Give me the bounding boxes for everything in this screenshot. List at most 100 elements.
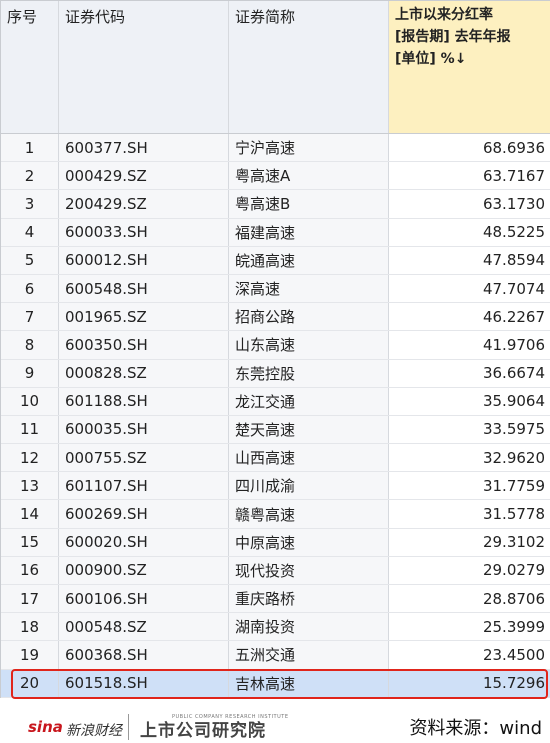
cell-code: 600377.SH: [59, 134, 229, 162]
cell-code: 000828.SZ: [59, 359, 229, 387]
header-name[interactable]: 证券简称: [229, 1, 389, 133]
cell-code: 600035.SH: [59, 415, 229, 444]
cell-seq: 2: [1, 162, 59, 190]
cell-name: 东莞控股: [229, 359, 389, 387]
sina-logo: sina: [28, 718, 63, 736]
cell-seq: 11: [1, 415, 59, 444]
header-metric-unit: [单位] %↓: [395, 51, 467, 67]
cell-seq: 6: [1, 274, 59, 303]
table-body: 1 600377.SH 宁沪高速 68.6936 2 000429.SZ 粤高速A 63.71…: [1, 134, 550, 698]
cell-code: 601107.SH: [59, 472, 229, 500]
cell-name: 招商公路: [229, 303, 389, 331]
cell-code: 601188.SH: [59, 387, 229, 415]
cell-seq: 12: [1, 444, 59, 472]
cell-name: 粤高速B: [229, 190, 389, 218]
cell-dividend-ratio: 47.8594: [389, 246, 550, 274]
cell-dividend-ratio: 33.5975: [389, 415, 550, 444]
cell-name: 赣粤高速: [229, 500, 389, 528]
sina-finance-label: 新浪财经: [66, 723, 122, 739]
cell-name: 福建高速: [229, 218, 389, 246]
cell-dividend-ratio: 31.7759: [389, 472, 550, 500]
table-row[interactable]: 3 200429.SZ 粤高速B 63.1730: [1, 190, 550, 219]
cell-seq: 1: [1, 134, 59, 162]
cell-dividend-ratio: 35.9064: [389, 387, 550, 415]
cell-name: 粤高速A: [229, 162, 389, 190]
cell-name: 山西高速: [229, 444, 389, 472]
table-row[interactable]: 1 600377.SH 宁沪高速 68.6936: [1, 134, 550, 163]
cell-seq: 9: [1, 359, 59, 387]
header-seq[interactable]: 序号: [1, 1, 59, 133]
cell-code: 600106.SH: [59, 585, 229, 613]
table-row[interactable]: 5 600012.SH 皖通高速 47.8594: [1, 246, 550, 275]
cell-code: 000429.SZ: [59, 162, 229, 190]
table-row[interactable]: 8 600350.SH 山东高速 41.9706: [1, 331, 550, 360]
cell-name: 四川成渝: [229, 472, 389, 500]
cell-dividend-ratio: 47.7074: [389, 274, 550, 303]
table-row[interactable]: 10 601188.SH 龙江交通 35.9064: [1, 387, 550, 416]
cell-seq: 7: [1, 303, 59, 331]
cell-seq: 3: [1, 190, 59, 218]
table-row[interactable]: 12 000755.SZ 山西高速 32.9620: [1, 444, 550, 473]
table-row[interactable]: 7 001965.SZ 招商公路 46.2267: [1, 303, 550, 332]
cell-seq: 14: [1, 500, 59, 528]
cell-name: 楚天高速: [229, 415, 389, 444]
cell-dividend-ratio: 63.1730: [389, 190, 550, 218]
cell-name: 吉林高速: [229, 669, 389, 697]
cell-code: 601518.SH: [59, 669, 229, 697]
cell-dividend-ratio: 32.9620: [389, 444, 550, 472]
table-row[interactable]: 15 600020.SH 中原高速 29.3102: [1, 528, 550, 557]
cell-code: 600548.SH: [59, 274, 229, 303]
cell-code: 001965.SZ: [59, 303, 229, 331]
cell-name: 重庆路桥: [229, 585, 389, 613]
footer: sina 新浪财经 上市公司研究院 PUBLIC COMPANY RESEARC…: [0, 706, 550, 743]
table-row[interactable]: 16 000900.SZ 现代投资 29.0279: [1, 556, 550, 585]
cell-seq: 17: [1, 585, 59, 613]
cell-seq: 20: [1, 669, 59, 697]
table-row[interactable]: 20 601518.SH 吉林高速 15.7296: [1, 669, 550, 698]
cell-code: 000548.SZ: [59, 613, 229, 641]
data-table: 序号 证券代码 证券简称 上市以来分红率 [报告期] 去年年报 [单位] %↓ …: [0, 0, 550, 698]
cell-seq: 5: [1, 246, 59, 274]
cell-dividend-ratio: 25.3999: [389, 613, 550, 641]
cell-dividend-ratio: 29.0279: [389, 556, 550, 584]
cell-dividend-ratio: 36.6674: [389, 359, 550, 387]
cell-dividend-ratio: 68.6936: [389, 134, 550, 162]
cell-name: 山东高速: [229, 331, 389, 359]
cell-code: 000755.SZ: [59, 444, 229, 472]
cell-dividend-ratio: 29.3102: [389, 528, 550, 556]
table-row[interactable]: 11 600035.SH 楚天高速 33.5975: [1, 415, 550, 445]
cell-dividend-ratio: 63.7167: [389, 162, 550, 190]
header-metric-title: 上市以来分红率: [395, 7, 493, 23]
table-row[interactable]: 14 600269.SH 赣粤高速 31.5778: [1, 500, 550, 529]
table-row[interactable]: 9 000828.SZ 东莞控股 36.6674: [1, 359, 550, 388]
footer-divider: [128, 714, 129, 740]
cell-dividend-ratio: 28.8706: [389, 585, 550, 613]
table-row[interactable]: 4 600033.SH 福建高速 48.5225: [1, 218, 550, 247]
table-row[interactable]: 13 601107.SH 四川成渝 31.7759: [1, 472, 550, 501]
cell-code: 600020.SH: [59, 528, 229, 556]
table-row[interactable]: 18 000548.SZ 湖南投资 25.3999: [1, 613, 550, 642]
cell-name: 皖通高速: [229, 246, 389, 274]
header-code[interactable]: 证券代码: [59, 1, 229, 133]
header-metric-period: [报告期] 去年年报: [395, 29, 511, 45]
table-row[interactable]: 6 600548.SH 深高速 47.7074: [1, 274, 550, 304]
table-row[interactable]: 17 600106.SH 重庆路桥 28.8706: [1, 585, 550, 614]
cell-seq: 16: [1, 556, 59, 584]
cell-dividend-ratio: 23.4500: [389, 641, 550, 669]
cell-dividend-ratio: 31.5778: [389, 500, 550, 528]
table-row[interactable]: 19 600368.SH 五洲交通 23.4500: [1, 641, 550, 670]
data-source: 资料来源：wind: [409, 718, 542, 739]
cell-code: 600012.SH: [59, 246, 229, 274]
institute-subtitle: PUBLIC COMPANY RESEARCH INSTITUTE: [172, 714, 289, 720]
cell-dividend-ratio: 15.7296: [389, 669, 550, 697]
cell-seq: 19: [1, 641, 59, 669]
cell-name: 湖南投资: [229, 613, 389, 641]
cell-dividend-ratio: 48.5225: [389, 218, 550, 246]
cell-dividend-ratio: 41.9706: [389, 331, 550, 359]
cell-code: 600269.SH: [59, 500, 229, 528]
table-row[interactable]: 2 000429.SZ 粤高速A 63.7167: [1, 162, 550, 191]
table-header: 序号 证券代码 证券简称 上市以来分红率 [报告期] 去年年报 [单位] %↓: [1, 0, 550, 134]
cell-name: 深高速: [229, 274, 389, 303]
cell-name: 龙江交通: [229, 387, 389, 415]
header-dividend-ratio[interactable]: 上市以来分红率 [报告期] 去年年报 [单位] %↓: [389, 1, 550, 133]
